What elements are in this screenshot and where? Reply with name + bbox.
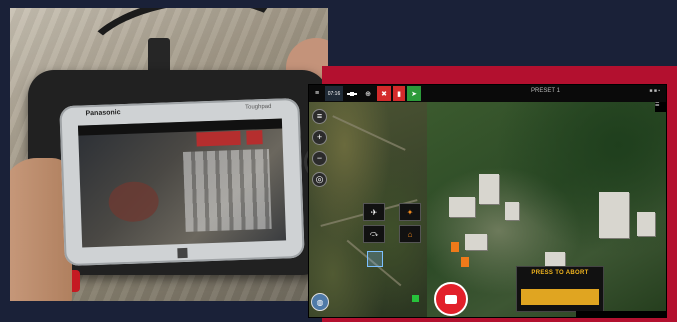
tablet-screen-target <box>107 180 160 223</box>
screen-title: PRESET 1 <box>531 88 560 94</box>
takeoff-icon[interactable]: ✦ <box>399 203 421 221</box>
globe-icon[interactable]: ◍ <box>311 293 329 311</box>
layers-icon[interactable]: ≡ <box>312 109 327 124</box>
tablet-brand: Panasonic <box>85 109 121 118</box>
home-marker[interactable] <box>412 295 419 302</box>
tablet-model: Toughpad <box>244 103 272 111</box>
drone-icon[interactable]: ✈ <box>363 203 385 221</box>
mission-screen: ≡ 07:16 ⊕ ✖ ▮ ➤ PRESET 1 ■ ■ ▪ ☰ ≡ + − ◎… <box>308 84 667 318</box>
menu-icon[interactable]: ≡ <box>311 86 323 101</box>
abort-control: PRESS TO ABORT <box>516 266 604 312</box>
zoom-out-icon[interactable]: − <box>312 151 327 166</box>
abort-label: PRESS TO ABORT <box>531 270 589 276</box>
building <box>479 174 499 204</box>
tablet: Panasonic Toughpad <box>59 97 305 267</box>
center-icon[interactable]: ◎ <box>312 172 327 187</box>
top-toolbar: ≡ 07:16 ⊕ ✖ ▮ ➤ PRESET 1 ■ ■ ▪ <box>309 85 666 102</box>
tablet-screen <box>77 118 287 248</box>
windows-key-icon <box>177 247 188 259</box>
building <box>637 212 655 236</box>
map-tools: ≡ + − ◎ <box>312 109 327 193</box>
land-icon[interactable]: ⌂ <box>399 225 421 243</box>
gps-icon[interactable]: ➤ <box>407 86 421 101</box>
building <box>599 192 629 238</box>
poi-marker[interactable] <box>461 257 469 267</box>
status-strip <box>576 311 666 317</box>
battery-icon[interactable]: ▮ <box>393 86 405 101</box>
zoom-icon[interactable]: ⊕ <box>361 86 375 101</box>
building <box>465 234 487 250</box>
rotate-icon[interactable]: ⤼ <box>363 225 385 243</box>
alert-icon[interactable]: ✖ <box>377 86 391 101</box>
tablet-screen-building <box>182 148 272 232</box>
poi-marker[interactable] <box>451 242 459 252</box>
satellite-icon[interactable] <box>345 86 359 101</box>
hardware-photo: Panasonic Toughpad <box>10 8 328 301</box>
tablet-screen-alert-2 <box>246 130 263 145</box>
building <box>545 252 565 266</box>
side-panel-toggle-icon[interactable]: ☰ <box>655 102 666 112</box>
status-icons: ■ ■ ▪ <box>649 88 660 94</box>
zoom-in-icon[interactable]: + <box>312 130 327 145</box>
target-marker[interactable] <box>367 251 383 267</box>
abort-slider[interactable] <box>521 289 599 305</box>
tablet-screen-alert <box>196 130 241 147</box>
building <box>505 202 519 220</box>
record-button[interactable] <box>434 282 468 316</box>
road <box>332 115 406 151</box>
building <box>449 197 475 217</box>
speed-readout: 07:16 <box>325 86 343 101</box>
camera-icon <box>445 294 457 304</box>
